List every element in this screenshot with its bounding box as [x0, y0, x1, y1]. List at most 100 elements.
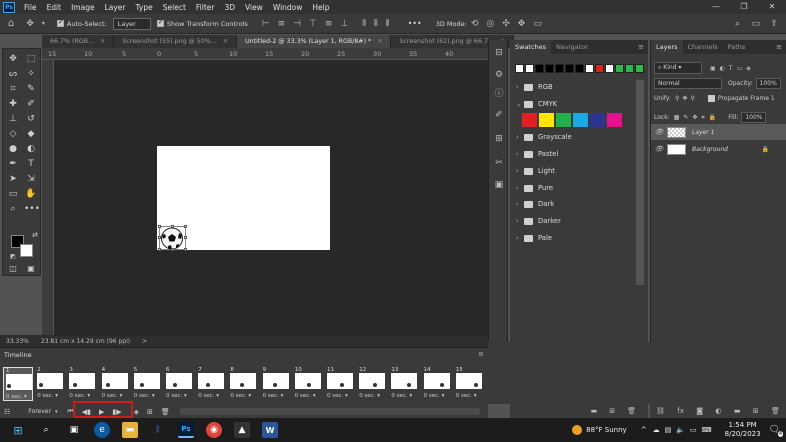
frame-delay-dropdown[interactable]: 0 sec. ▾ [37, 393, 58, 399]
swatch-group-rgb[interactable]: › RGB [516, 83, 553, 91]
animation-frame[interactable]: 11 0 sec. ▾ [325, 367, 355, 401]
cmyk-color-swatch[interactable] [607, 113, 622, 127]
tab-navigator[interactable]: Navigator [551, 40, 593, 54]
3d-pan-icon[interactable]: ✣ [502, 19, 510, 29]
maximize-button[interactable]: ❐ [730, 0, 758, 14]
duplicate-frame-button[interactable]: ⊞ [147, 408, 153, 416]
visibility-eye-icon[interactable]: 👁 [651, 145, 667, 153]
animation-frame[interactable]: 15 0 sec. ▾ [454, 367, 484, 401]
background-color-swatch[interactable] [20, 244, 33, 257]
lasso-tool-icon[interactable]: ᔕ [6, 68, 20, 80]
color-swatch[interactable] [525, 64, 534, 73]
color-swatch[interactable] [605, 64, 614, 73]
healing-brush-tool-icon[interactable]: ✚ [6, 98, 20, 110]
menu-window[interactable]: Window [268, 3, 308, 12]
brush-panel-icon[interactable]: ✐ [493, 110, 505, 122]
swatches-scrollbar[interactable] [636, 80, 644, 285]
animation-frame[interactable]: 30 sec. ▾ [67, 367, 97, 401]
color-swatch[interactable] [615, 64, 624, 73]
quick-mask-icon[interactable]: ◫ [6, 263, 20, 275]
close-icon[interactable]: ✕ [100, 38, 105, 45]
screen-mode-icon[interactable]: ▣ [24, 263, 38, 275]
frame-delay-dropdown[interactable]: 0 sec. ▾ [198, 393, 219, 399]
align-top-icon[interactable]: ⊤ [309, 19, 317, 29]
animation-frame[interactable]: 80 sec. ▾ [228, 367, 258, 401]
onedrive-icon[interactable]: ☁ [653, 426, 660, 434]
close-icon[interactable]: ✕ [223, 38, 228, 45]
adjustment-layer-icon[interactable]: ◐ [715, 407, 721, 415]
tab-paths[interactable]: Paths [723, 40, 751, 54]
cmyk-color-swatch[interactable] [556, 113, 571, 127]
paths-panel-icon[interactable]: ▣ [493, 180, 505, 192]
marquee-tool-icon[interactable]: ⬚ [24, 53, 38, 65]
dodge-tool-icon[interactable]: ◐ [24, 143, 38, 155]
swatch-group-cmyk[interactable]: ⌄ CMYK [516, 100, 557, 108]
menu-edit[interactable]: Edit [42, 3, 67, 12]
cmyk-color-swatch[interactable] [590, 113, 605, 127]
frame-delay-dropdown[interactable]: 0 sec. ▾ [102, 393, 123, 399]
more-options-button[interactable]: ••• [408, 19, 422, 28]
default-colors-icon[interactable]: ◩ [6, 251, 20, 263]
status-arrow-icon[interactable]: > [136, 338, 153, 345]
frame-delay-dropdown[interactable]: 0 sec. ▾ [69, 393, 90, 399]
chevron-up-icon[interactable]: ^ [641, 426, 647, 434]
color-swatch[interactable] [635, 64, 644, 73]
pen-tool-icon[interactable]: ✒ [6, 158, 20, 170]
layer-row-layer-1[interactable]: 👁 Layer 1 [651, 124, 786, 140]
task-view-icon[interactable]: ▣ [66, 422, 82, 438]
word-icon[interactable]: W [262, 422, 278, 438]
color-swatch[interactable] [535, 64, 544, 73]
tab-document-2[interactable]: Screenshot (55).png @ 50%... ✕ [114, 35, 238, 48]
move-tool-icon[interactable]: ✥ [26, 19, 34, 29]
volume-icon[interactable]: 🔈 [676, 426, 685, 434]
panel-menu-icon[interactable]: ≡ [478, 350, 484, 358]
path-selection-tool-icon[interactable]: ➤ [6, 173, 20, 185]
animation-frame[interactable]: 60 sec. ▾ [164, 367, 194, 401]
new-group-icon[interactable]: ▬ [591, 407, 598, 415]
3d-roll-icon[interactable]: ◎ [486, 19, 494, 29]
animation-frame[interactable]: 12 0 sec. ▾ [357, 367, 387, 401]
menu-file[interactable]: File [19, 3, 42, 12]
unify-icons[interactable]: ⚲✥⚲ [675, 95, 698, 102]
menu-type[interactable]: Type [131, 3, 158, 12]
auto-select-dropdown[interactable]: Layer [112, 17, 151, 30]
animation-frame[interactable]: 40 sec. ▾ [100, 367, 130, 401]
convert-timeline-icon[interactable]: ☷ [4, 408, 10, 416]
fill-input[interactable]: 100% [741, 112, 767, 123]
cmyk-color-swatch[interactable] [539, 113, 554, 127]
animation-frame[interactable]: 70 sec. ▾ [196, 367, 226, 401]
edge-browser-icon[interactable]: e [94, 422, 110, 438]
color-swatch[interactable] [585, 64, 594, 73]
zoom-level[interactable]: 33.33% [0, 338, 35, 345]
animation-frame[interactable]: 14 0 sec. ▾ [422, 367, 452, 401]
zoom-tool-icon[interactable]: ⌕ [6, 203, 20, 215]
eyedropper-tool-icon[interactable]: ✎ [24, 83, 38, 95]
close-icon[interactable]: ✕ [377, 38, 382, 45]
menu-view[interactable]: View [240, 3, 268, 12]
lock-icons[interactable]: ▦✎✥⌗🔒 [674, 114, 721, 122]
frame-delay-dropdown[interactable]: 0 sec. ▾ [456, 393, 477, 399]
distribute-horizontal-icon[interactable]: ⫴ [386, 19, 390, 29]
home-icon[interactable]: ⌂ [8, 18, 14, 29]
close-button[interactable]: ✕ [758, 0, 786, 14]
frame-delay-dropdown[interactable]: 0 sec. ▾ [134, 393, 155, 399]
frame-delay-dropdown[interactable]: 0 sec. ▾ [230, 393, 251, 399]
swatch-group-pastel[interactable]: › Pastel [516, 150, 558, 158]
layer-filter-kind[interactable]: ⌕ Kind ▾ [654, 62, 702, 74]
tab-document-1[interactable]: 66.7% (RGB... ✕ [42, 35, 115, 48]
eraser-tool-icon[interactable]: ◇ [6, 128, 20, 140]
tab-document-3[interactable]: Untitled-2 @ 33.3% (Layer 1, RGB/8#) * ✕ [237, 35, 392, 48]
timeline-scrollbar[interactable] [180, 408, 480, 415]
brush-tool-icon[interactable]: ✐ [24, 98, 38, 110]
file-explorer-icon[interactable]: ▬ [122, 422, 138, 438]
tab-swatches[interactable]: Swatches [510, 40, 552, 54]
tween-button[interactable]: ◈ [134, 408, 139, 416]
photos-icon[interactable]: ▲ [234, 422, 250, 438]
magic-wand-tool-icon[interactable]: ✧ [24, 68, 38, 80]
menu-filter[interactable]: Filter [191, 3, 220, 12]
animation-frame[interactable]: 90 sec. ▾ [261, 367, 291, 401]
direct-selection-tool-icon[interactable]: ⇲ [24, 173, 38, 185]
delete-swatch-icon[interactable]: 🗑 [627, 407, 636, 415]
paint-bucket-tool-icon[interactable]: ◆ [24, 128, 38, 140]
distribute-vertical-icon[interactable]: ⫴ [374, 19, 378, 29]
